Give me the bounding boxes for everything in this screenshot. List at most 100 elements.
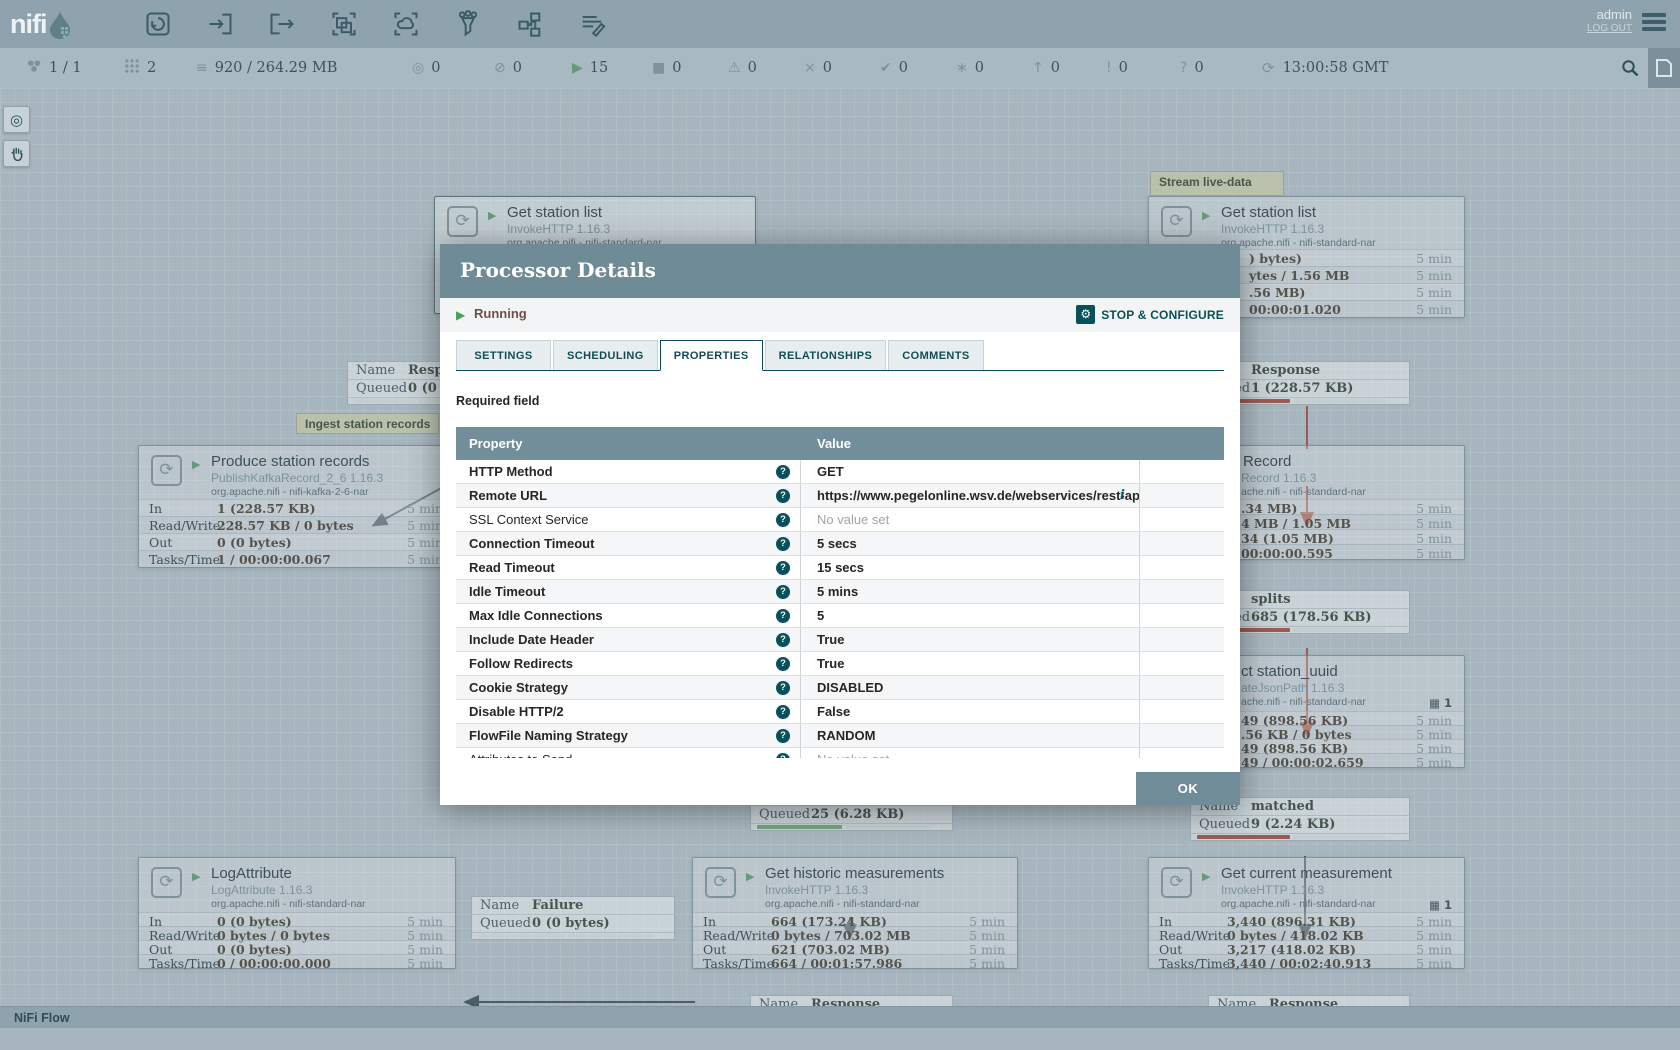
processor-name: Produce station records [211, 453, 369, 470]
processor-produce-station-records[interactable]: ⟳▶Produce station recordsPublishKafkaRec… [138, 445, 456, 568]
tab-scheduling[interactable]: SCHEDULING [553, 340, 658, 370]
property-name: Max Idle Connections? [456, 604, 801, 627]
processor-bundle: ache.nifi - nifi-standard-nar [1241, 696, 1366, 708]
bulletin-panel-button[interactable] [1648, 48, 1680, 88]
stream-live-data-label[interactable]: Stream live-data [1150, 171, 1284, 196]
property-row[interactable]: SSL Context Service?No value set [456, 508, 1224, 532]
property-row[interactable]: Cookie Strategy?DISABLED [456, 676, 1224, 700]
help-icon[interactable]: ? [776, 537, 790, 551]
input-port-tool-button[interactable] [200, 4, 240, 44]
property-name: Remote URL? [456, 484, 801, 507]
property-row[interactable]: HTTP Method?GET [456, 460, 1224, 484]
breadcrumb[interactable]: NiFi Flow [14, 1011, 70, 1025]
help-icon[interactable]: ? [776, 753, 790, 758]
property-name: Idle Timeout? [456, 580, 801, 603]
global-menu-icon[interactable] [1642, 13, 1666, 34]
processor-icon: ⟳ [1161, 206, 1192, 237]
property-row[interactable]: Include Date Header?True [456, 628, 1224, 652]
locate-tool-button[interactable]: ◎ [3, 106, 30, 133]
property-row[interactable]: FlowFile Naming Strategy?RANDOM [456, 724, 1224, 748]
output-port-tool-button[interactable] [262, 4, 302, 44]
ok-button[interactable]: OK [1136, 772, 1240, 805]
property-value[interactable]: RANDOM [801, 724, 1140, 747]
info-icon[interactable]: i [1120, 484, 1125, 507]
not-transmitting-icon: ⊘ [494, 60, 506, 76]
property-row[interactable]: Connection Timeout?5 secs [456, 532, 1224, 556]
property-value[interactable]: 5 secs [801, 532, 1140, 555]
template-tool-button[interactable] [510, 4, 550, 44]
property-row[interactable]: Disable HTTP/2?False [456, 700, 1224, 724]
tab-comments[interactable]: COMMENTS [888, 340, 983, 370]
property-row[interactable]: Read Timeout?15 secs [456, 556, 1224, 580]
processor-type: InvokeHTTP 1.16.3 [1221, 222, 1324, 236]
stop-and-configure-button[interactable]: ⚙ STOP & CONFIGURE [1076, 305, 1224, 324]
refresh-status[interactable]: ⟳ 13:00:58 GMT [1262, 48, 1388, 88]
dialog-tabs: SETTINGSSCHEDULINGPROPERTIESRELATIONSHIP… [456, 340, 1224, 371]
processor-bundle: ache.nifi - nifi-standard-nar [1241, 486, 1366, 498]
process-group-tool-button[interactable] [324, 4, 364, 44]
stat-row: Read/Write228.57 KB / 0 bytes5 min [139, 516, 455, 533]
remote-process-group-tool-button[interactable] [386, 4, 426, 44]
help-icon[interactable]: ? [776, 489, 790, 503]
property-row[interactable]: Follow Redirects?True [456, 652, 1224, 676]
property-row[interactable]: Max Idle Connections?5 [456, 604, 1224, 628]
stopped-icon: ■ [652, 60, 665, 76]
status-count: 2 [147, 60, 156, 76]
property-value[interactable]: False [801, 700, 1140, 723]
help-icon[interactable]: ? [776, 585, 790, 599]
property-value[interactable]: True [801, 628, 1140, 651]
property-value[interactable]: 15 secs [801, 556, 1140, 579]
stat-row: In0 (0 bytes)5 min [139, 912, 455, 926]
property-value[interactable]: DISABLED [801, 676, 1140, 699]
label-tool-button[interactable] [572, 4, 612, 44]
status-item-locally-modified-stale: !0 [1106, 48, 1128, 88]
tab-properties[interactable]: PROPERTIES [660, 340, 763, 371]
processor-logattribute[interactable]: ⟳▶LogAttributeLogAttribute 1.16.3org.apa… [138, 857, 456, 969]
stat-value: ytes / 1.56 MB [1249, 268, 1350, 283]
property-name: HTTP Method? [456, 460, 801, 483]
tab-relationships[interactable]: RELATIONSHIPS [765, 340, 887, 370]
logout-link[interactable]: LOG OUT [1587, 23, 1632, 36]
processor-stats: In0 (0 bytes)5 minRead/Write0 bytes / 0 … [139, 912, 455, 968]
help-icon[interactable]: ? [776, 561, 790, 575]
stat-window: 5 min [1416, 302, 1452, 317]
property-value[interactable]: 5 [801, 604, 1140, 627]
processor-get-historic-measurements[interactable]: ⟳▶Get historic measurementsInvokeHTTP 1.… [692, 857, 1018, 969]
connection-label-value: 25 (6.28 KB) [811, 807, 904, 822]
status-count: 0 [513, 60, 522, 76]
stat-row: In664 (173.24 KB)5 min [693, 912, 1017, 926]
help-icon[interactable]: ? [776, 633, 790, 647]
processor-get-current-measurement[interactable]: ⟳▶Get current measurementInvokeHTTP 1.16… [1148, 857, 1465, 969]
ingest-station-records-label[interactable]: Ingest station records [296, 413, 439, 434]
help-icon[interactable]: ? [776, 465, 790, 479]
processor-tool-button[interactable] [138, 4, 178, 44]
pan-tool-button[interactable] [3, 140, 30, 167]
tab-settings[interactable]: SETTINGS [456, 340, 551, 370]
connection-failure[interactable]: NameFailureQueued0 (0 bytes) [471, 896, 675, 940]
property-value[interactable]: https://www.pegelonline.wsv.de/webservic… [801, 484, 1140, 507]
connection-label-value: 0 (0 bytes) [532, 916, 610, 931]
processor-type: Record 1.16.3 [1241, 471, 1316, 485]
help-icon[interactable]: ? [776, 681, 790, 695]
property-row[interactable]: Idle Timeout?5 mins [456, 580, 1224, 604]
property-value[interactable]: No value set [801, 508, 1140, 531]
funnel-tool-button[interactable] [448, 4, 488, 44]
help-icon[interactable]: ? [776, 657, 790, 671]
remote-process-group-icon [392, 10, 420, 38]
help-icon[interactable]: ? [776, 513, 790, 527]
help-icon[interactable]: ? [776, 705, 790, 719]
property-value[interactable]: No value set [801, 748, 1140, 758]
breadcrumb-bar: NiFi Flow [0, 1006, 1680, 1028]
property-row[interactable]: Attributes to Send?No value set [456, 748, 1224, 758]
property-value[interactable]: 5 mins [801, 580, 1140, 603]
search-button[interactable] [1612, 48, 1648, 88]
property-value[interactable]: GET [801, 460, 1140, 483]
property-value[interactable]: True [801, 652, 1140, 675]
property-row[interactable]: Remote URL?https://www.pegelonline.wsv.d… [456, 484, 1224, 508]
help-icon[interactable]: ? [776, 609, 790, 623]
help-icon[interactable]: ? [776, 729, 790, 743]
running-state-icon: ▶ [456, 308, 465, 322]
processor-details-dialog: Processor Details ▶ Running ⚙ STOP & CON… [440, 244, 1240, 805]
connection-label-key: Queued [1199, 816, 1251, 834]
cluster-grid-icon: ▦ [1429, 898, 1440, 912]
